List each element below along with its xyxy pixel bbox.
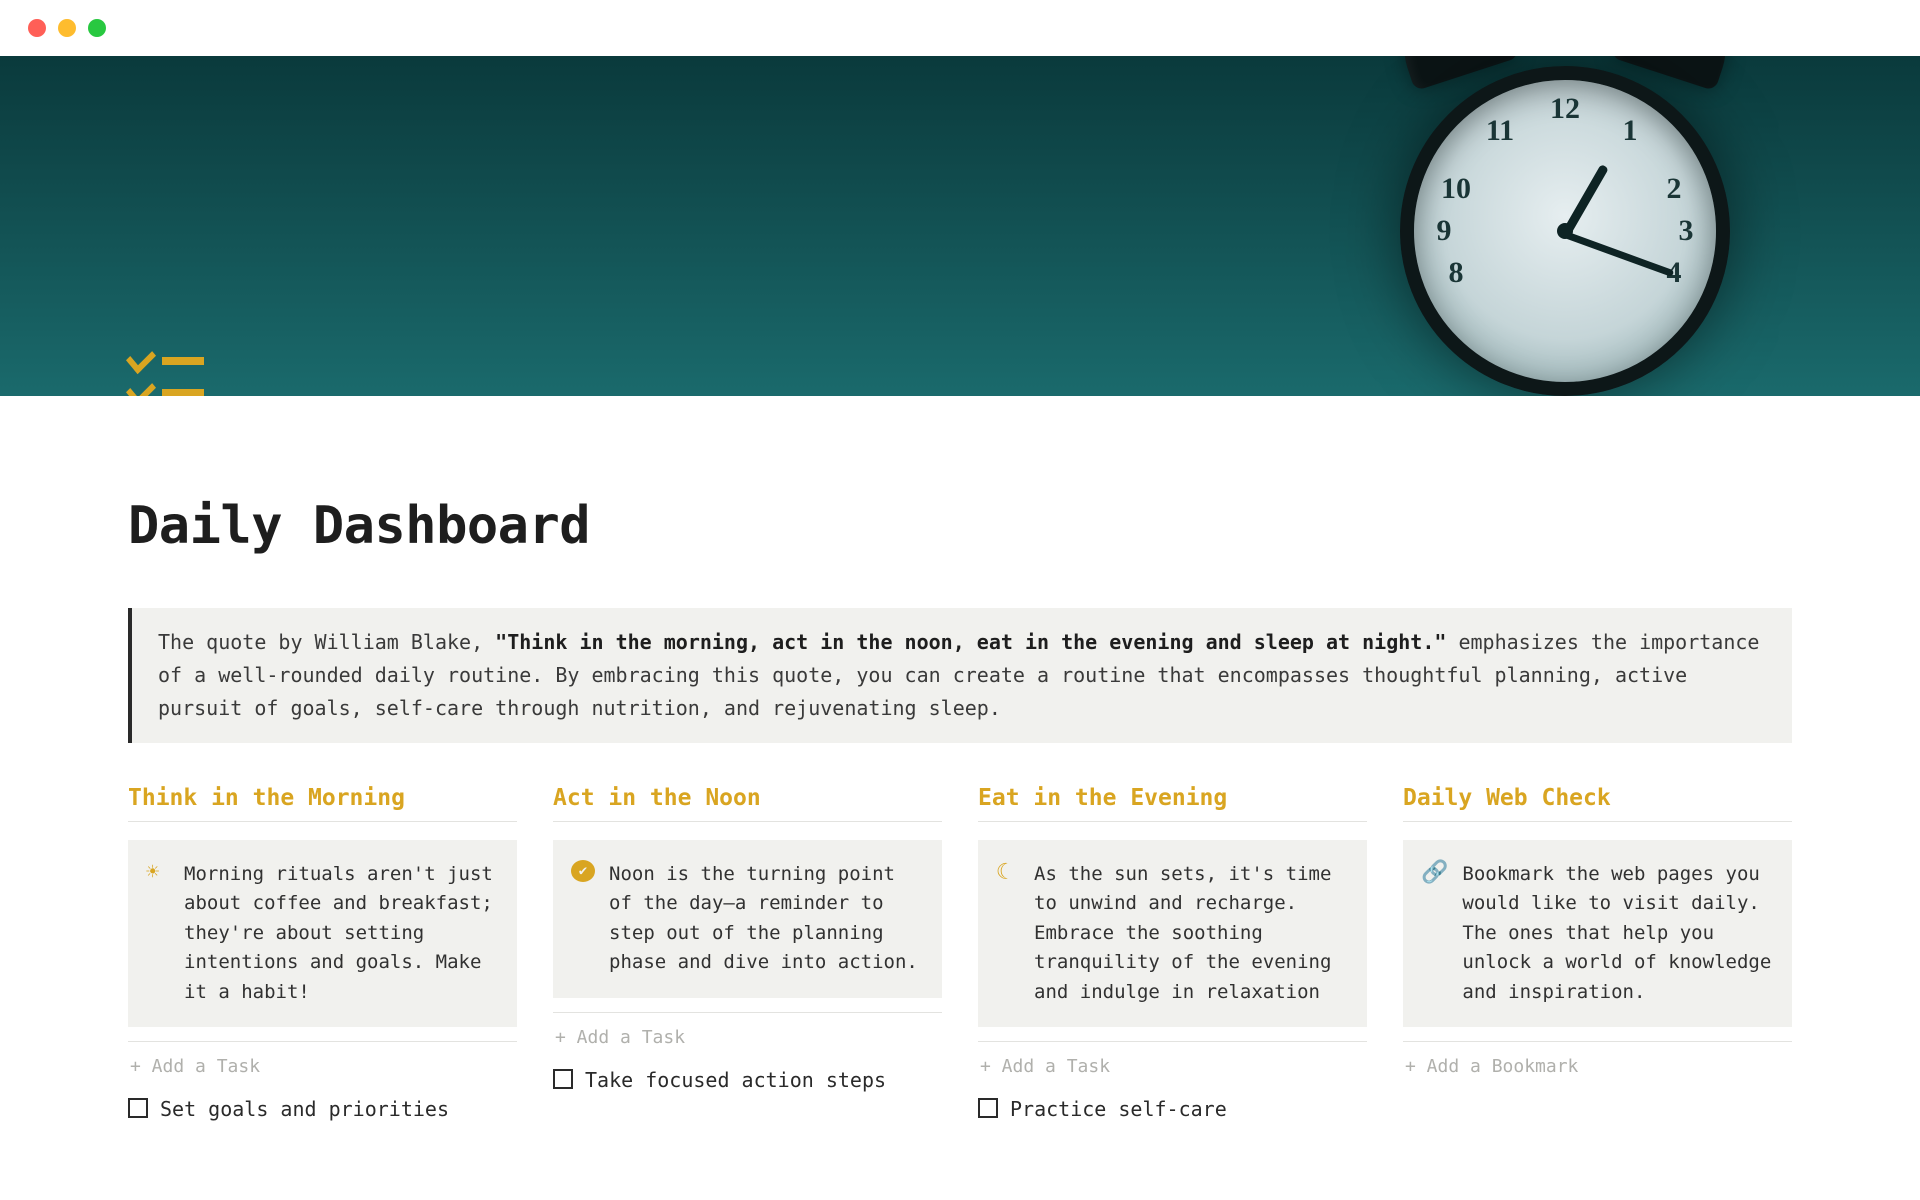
page-title[interactable]: Daily Dashboard (128, 496, 1792, 556)
column-heading[interactable]: Act in the Noon (553, 785, 942, 822)
callout-block[interactable]: ☾ As the sun sets, it's time to unwind a… (978, 840, 1367, 1027)
alarm-clock-illustration: 12 1 2 3 4 11 10 9 8 (1400, 66, 1730, 396)
quote-callout[interactable]: The quote by William Blake, "Think in th… (128, 608, 1792, 743)
columns-container: Think in the Morning ☀ Morning rituals a… (128, 785, 1792, 1128)
checklist-icon[interactable] (128, 348, 216, 396)
window-maximize-button[interactable] (88, 19, 106, 37)
quote-bold: "Think in the morning, act in the noon, … (495, 630, 1446, 654)
column-noon: Act in the Noon ✔ Noon is the turning po… (553, 785, 942, 1128)
callout-text: Morning rituals aren't just about coffee… (184, 860, 497, 1007)
task-label: Set goals and priorities (160, 1095, 449, 1124)
cover-image[interactable]: 12 1 2 3 4 11 10 9 8 (0, 56, 1920, 396)
quote-prefix: The quote by William Blake, (158, 630, 495, 654)
callout-text: Noon is the turning point of the day—a r… (609, 860, 922, 978)
add-bookmark-button[interactable]: + Add a Bookmark (1403, 1052, 1580, 1081)
task-label: Practice self-care (1010, 1095, 1227, 1124)
task-item[interactable]: Set goals and priorities (128, 1091, 517, 1128)
divider (1403, 1041, 1792, 1042)
add-task-button[interactable]: + Add a Task (978, 1052, 1112, 1081)
check-circle-icon: ✔ (571, 860, 595, 882)
divider (128, 1041, 517, 1042)
callout-block[interactable]: ☀ Morning rituals aren't just about coff… (128, 840, 517, 1027)
moon-icon: ☾ (996, 860, 1020, 1007)
column-evening: Eat in the Evening ☾ As the sun sets, it… (978, 785, 1367, 1128)
column-morning: Think in the Morning ☀ Morning rituals a… (128, 785, 517, 1128)
window-minimize-button[interactable] (58, 19, 76, 37)
window-titlebar (0, 0, 1920, 56)
callout-block[interactable]: ✔ Noon is the turning point of the day—a… (553, 840, 942, 998)
callout-text: Bookmark the web pages you would like to… (1462, 860, 1772, 1007)
callout-text: As the sun sets, it's time to unwind and… (1034, 860, 1347, 1007)
column-heading[interactable]: Think in the Morning (128, 785, 517, 822)
column-heading[interactable]: Eat in the Evening (978, 785, 1367, 822)
add-task-button[interactable]: + Add a Task (553, 1023, 687, 1052)
column-heading[interactable]: Daily Web Check (1403, 785, 1792, 822)
window-close-button[interactable] (28, 19, 46, 37)
task-item[interactable]: Take focused action steps (553, 1062, 942, 1099)
task-checkbox[interactable] (128, 1098, 148, 1118)
callout-block[interactable]: 🔗 Bookmark the web pages you would like … (1403, 840, 1792, 1027)
task-label: Take focused action steps (585, 1066, 886, 1095)
add-task-button[interactable]: + Add a Task (128, 1052, 262, 1081)
column-web-check: Daily Web Check 🔗 Bookmark the web pages… (1403, 785, 1792, 1128)
divider (553, 1012, 942, 1013)
sun-icon: ☀ (146, 860, 170, 1007)
task-item[interactable]: Practice self-care (978, 1091, 1367, 1128)
task-checkbox[interactable] (553, 1069, 573, 1089)
task-checkbox[interactable] (978, 1098, 998, 1118)
link-icon: 🔗 (1421, 860, 1448, 1007)
divider (978, 1041, 1367, 1042)
